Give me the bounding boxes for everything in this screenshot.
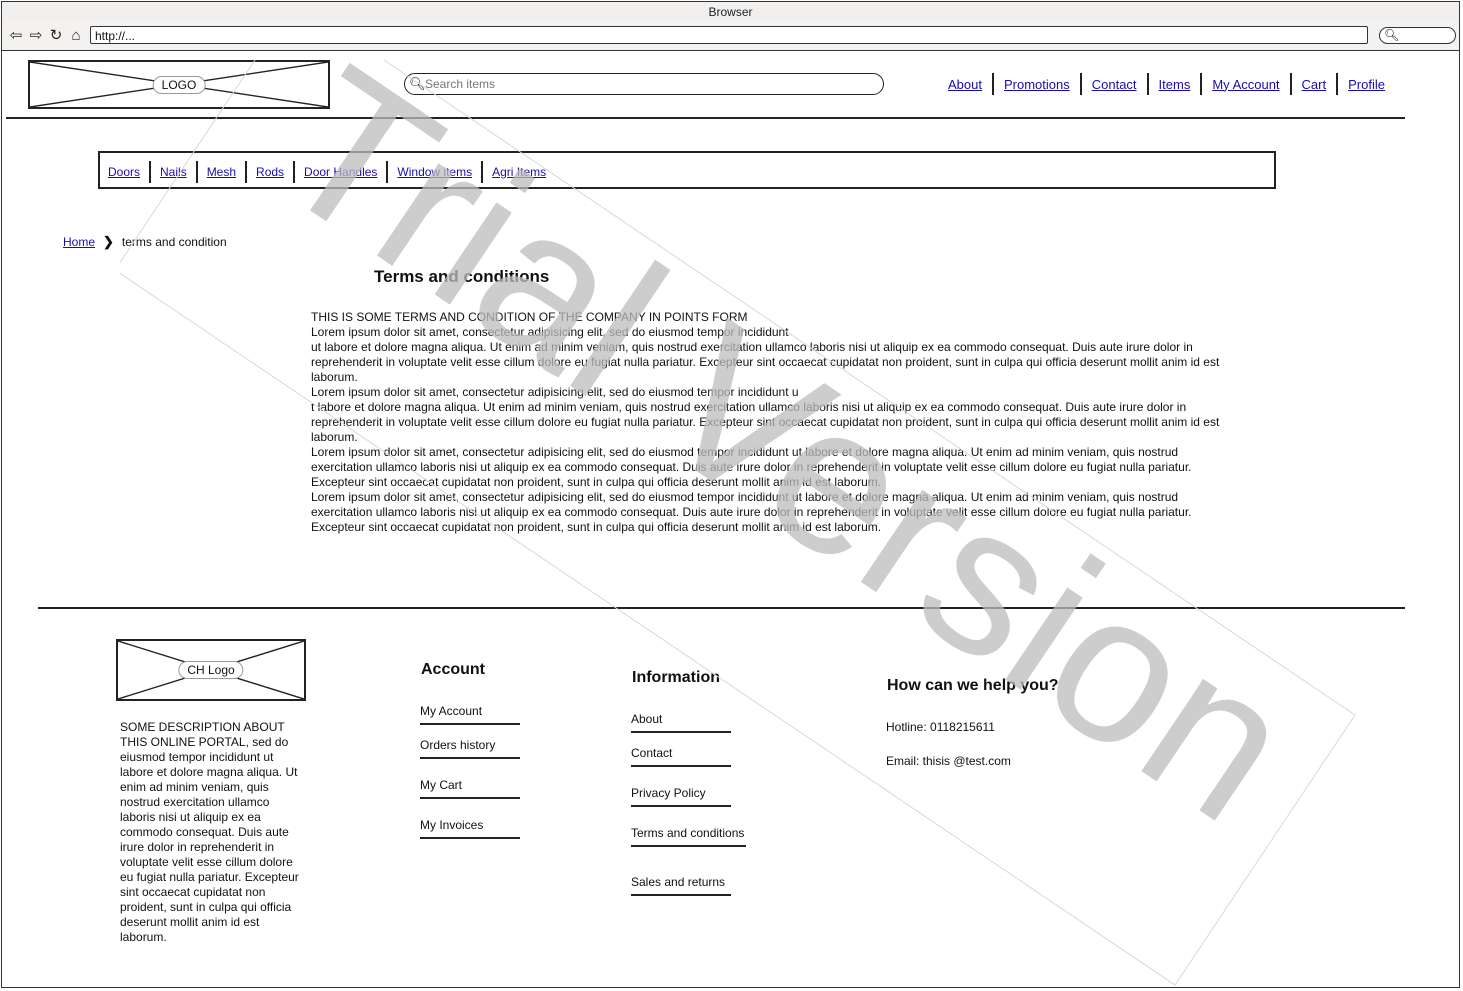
nav-contact[interactable]: Contact	[1092, 77, 1137, 92]
category-window-items[interactable]: Window items	[397, 165, 472, 179]
terms-line: t labore et dolore magna aliqua. Ut enim…	[311, 400, 1220, 444]
footer-logo-label: CH Logo	[178, 661, 244, 679]
terms-line: Lorem ipsum dolor sit amet, consectetur …	[311, 325, 789, 339]
terms-line: Lorem ipsum dolor sit amet, consectetur …	[311, 490, 1192, 534]
search-icon: 🔍︎	[409, 76, 426, 91]
footer-link-privacy-policy[interactable]: Privacy Policy	[631, 786, 731, 807]
nav-separator	[1146, 73, 1149, 95]
category-separator	[481, 161, 484, 183]
breadcrumb-home[interactable]: Home	[63, 235, 95, 249]
logo-label: LOGO	[152, 75, 206, 94]
category-bar: Doors Nails Mesh Rods Door Handles Windo…	[98, 151, 1276, 189]
nav-promotions[interactable]: Promotions	[1004, 77, 1070, 92]
nav-profile[interactable]: Profile	[1348, 77, 1385, 92]
nav-separator	[1336, 73, 1339, 95]
category-agri-items[interactable]: Agri Items	[492, 165, 546, 179]
category-separator	[195, 161, 198, 183]
terms-line: ut labore et dolore magna aliqua. Ut eni…	[311, 340, 1220, 384]
footer-link-orders-history[interactable]: Orders history	[420, 738, 520, 759]
nav-separator	[1289, 73, 1292, 95]
nav-separator	[1079, 73, 1082, 95]
nav-separator	[991, 73, 994, 95]
terms-line: THIS IS SOME TERMS AND CONDITION OF THE …	[311, 310, 748, 324]
nav-cart[interactable]: Cart	[1302, 77, 1327, 92]
category-separator	[149, 161, 152, 183]
nav-about[interactable]: About	[948, 77, 982, 92]
footer-link-my-cart[interactable]: My Cart	[420, 778, 520, 799]
page-title: Terms and conditions	[374, 267, 550, 286]
footer-link-sales-returns[interactable]: Sales and returns	[631, 875, 731, 896]
footer-description: SOME DESCRIPTION ABOUT THIS ONLINE PORTA…	[120, 720, 299, 944]
terms-line: Lorem ipsum dolor sit amet, consectetur …	[311, 385, 799, 399]
terms-line: Lorem ipsum dolor sit amet, consectetur …	[311, 445, 1192, 489]
chevron-right-icon: ❯	[103, 234, 114, 249]
category-nails[interactable]: Nails	[160, 165, 187, 179]
footer-link-terms[interactable]: Terms and conditions	[631, 826, 746, 847]
top-nav: About Promotions Contact Items My Accoun…	[948, 73, 1395, 95]
footer-link-my-invoices[interactable]: My Invoices	[420, 818, 520, 839]
footer-link-about[interactable]: About	[631, 712, 731, 733]
forward-arrow-icon[interactable]: ⇨	[27, 27, 45, 45]
home-icon[interactable]: ⌂	[67, 27, 85, 45]
category-rods[interactable]: Rods	[256, 165, 284, 179]
header-divider	[6, 117, 1405, 119]
category-separator	[245, 161, 248, 183]
footer-hotline: Hotline: 0118215611	[886, 720, 995, 734]
breadcrumb-current: terms and condition	[121, 235, 227, 249]
category-doors[interactable]: Doors	[108, 165, 140, 179]
search-icon: 🔍︎	[1384, 28, 1400, 42]
footer-link-contact[interactable]: Contact	[631, 746, 731, 767]
nav-separator	[1200, 73, 1203, 95]
footer-account-title: Account	[421, 661, 485, 678]
category-separator	[293, 161, 296, 183]
footer-logo: CH Logo	[116, 639, 306, 701]
category-separator	[386, 161, 389, 183]
browser-title: Browser	[2, 2, 1459, 22]
search-placeholder: Search items	[425, 77, 496, 91]
reload-icon[interactable]: ↻	[47, 27, 65, 45]
footer-email: Email: thisis @test.com	[886, 754, 1011, 768]
breadcrumb: Home ❯ terms and condition	[63, 234, 227, 250]
header-logo[interactable]: LOGO	[28, 60, 330, 109]
browser-search-field[interactable]: 🔍︎	[1379, 27, 1456, 44]
footer-divider	[38, 607, 1405, 609]
search-input[interactable]: 🔍︎ Search items	[404, 73, 884, 95]
terms-content: THIS IS SOME TERMS AND CONDITION OF THE …	[311, 310, 1241, 535]
category-door-handles[interactable]: Door Handles	[304, 165, 377, 179]
nav-my-account[interactable]: My Account	[1212, 77, 1279, 92]
nav-items[interactable]: Items	[1159, 77, 1191, 92]
footer-link-my-account[interactable]: My Account	[420, 704, 520, 725]
url-bar[interactable]: http://...	[90, 26, 1368, 44]
footer-help-title: How can we help you?	[887, 677, 1059, 694]
footer-information-title: Information	[632, 669, 720, 686]
category-mesh[interactable]: Mesh	[207, 165, 236, 179]
back-arrow-icon[interactable]: ⇦	[7, 27, 25, 45]
